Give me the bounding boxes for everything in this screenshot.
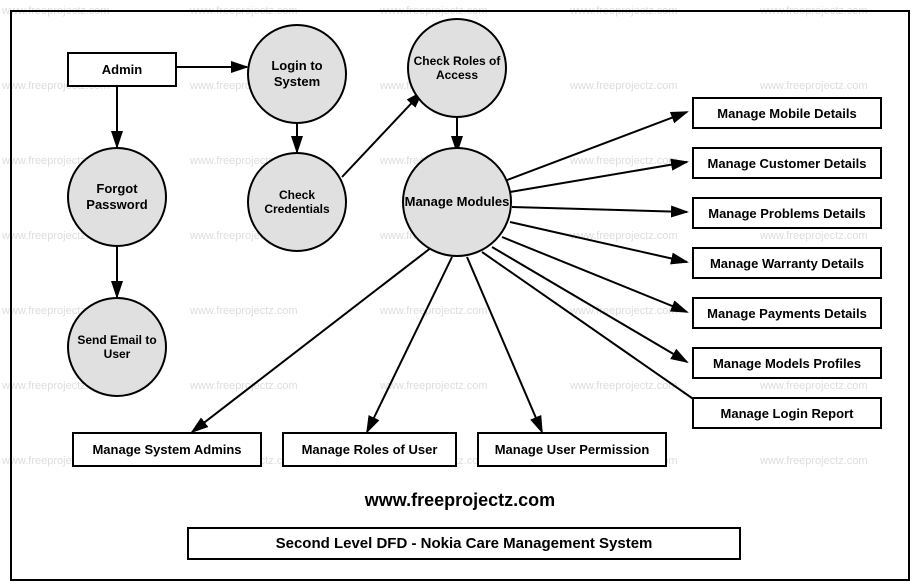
entity-models: Manage Models Profiles [692,347,882,379]
process-check-roles: Check Roles of Access [407,18,507,118]
entity-admin: Admin [67,52,177,87]
entity-roles-user: Manage Roles of User [282,432,457,467]
entity-sys-admins: Manage System Admins [72,432,262,467]
entity-warranty: Manage Warranty Details [692,247,882,279]
process-login: Login to System [247,24,347,124]
process-label: Check Roles of Access [409,54,505,83]
entity-label: Manage System Admins [92,442,241,457]
entity-customer: Manage Customer Details [692,147,882,179]
entity-user-perm: Manage User Permission [477,432,667,467]
process-label: Login to System [249,58,345,89]
entity-label: Manage Customer Details [708,156,867,171]
process-label: Forgot Password [69,181,165,212]
entity-label: Manage Payments Details [707,306,867,321]
entity-label: Manage Mobile Details [717,106,856,121]
process-send-email: Send Email to User [67,297,167,397]
entity-label: Manage User Permission [495,442,650,457]
entity-label: Manage Problems Details [708,206,866,221]
entity-label: Admin [102,62,142,77]
entity-payments: Manage Payments Details [692,297,882,329]
entity-mobile: Manage Mobile Details [692,97,882,129]
process-label: Check Credentials [249,188,345,217]
entity-problems: Manage Problems Details [692,197,882,229]
process-label: Manage Modules [405,194,510,210]
diagram-title: Second Level DFD - Nokia Care Management… [187,527,741,560]
entity-label: Manage Login Report [721,406,854,421]
footer-url: www.freeprojectz.com [12,490,908,511]
entity-label: Manage Models Profiles [713,356,861,371]
process-forgot: Forgot Password [67,147,167,247]
process-manage-modules: Manage Modules [402,147,512,257]
entity-login-report: Manage Login Report [692,397,882,429]
diagram-frame: Admin Login to System Check Roles of Acc… [10,10,910,581]
process-label: Send Email to User [69,333,165,362]
entity-label: Manage Roles of User [302,442,438,457]
process-check-cred: Check Credentials [247,152,347,252]
entity-label: Manage Warranty Details [710,256,864,271]
